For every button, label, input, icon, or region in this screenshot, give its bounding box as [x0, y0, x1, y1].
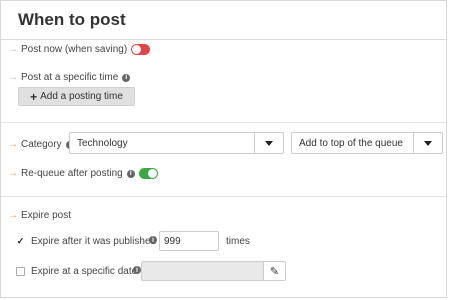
arrow-icon: → [8, 43, 18, 55]
add-posting-time-button[interactable]: + Add a posting time [18, 87, 135, 106]
section-divider [1, 122, 446, 123]
add-posting-time-label: Add a posting time [40, 91, 123, 102]
plus-icon: + [30, 89, 38, 104]
post-now-toggle[interactable] [131, 44, 151, 55]
expire-specific-date-checkbox[interactable] [16, 267, 25, 276]
info-icon[interactable]: i [122, 73, 131, 82]
category-select[interactable]: Technology [69, 132, 284, 154]
times-suffix: times [226, 236, 250, 247]
category-row: → Category i [8, 139, 74, 150]
category-selected-value: Technology [77, 137, 128, 149]
chevron-down-icon[interactable] [254, 133, 283, 153]
edit-icon[interactable]: ✎ [263, 261, 286, 281]
section-divider [1, 196, 446, 197]
expire-specific-date-label: Expire at a specific date [31, 266, 138, 277]
info-icon[interactable]: i [126, 169, 135, 178]
expire-times-input[interactable]: 999 [159, 231, 219, 251]
expire-after-published-checkbox[interactable]: ✓ [16, 236, 25, 246]
title-divider [1, 39, 446, 40]
arrow-icon: → [8, 71, 18, 83]
info-icon[interactable]: i [149, 236, 157, 244]
expire-date-input[interactable] [141, 261, 263, 281]
arrow-icon: → [8, 138, 18, 150]
post-now-label: Post now (when saving) [21, 44, 128, 55]
post-now-row: → Post now (when saving) [8, 43, 151, 55]
when-to-post-panel: When to post → Post now (when saving) → … [0, 0, 447, 298]
chevron-down-icon[interactable] [413, 133, 442, 153]
queue-position-value: Add to top of the queue [299, 137, 403, 149]
specific-time-row: → Post at a specific time i [8, 71, 131, 83]
toggle-knob [132, 45, 142, 54]
info-icon[interactable]: i [133, 266, 141, 274]
expire-row: → Expire post [8, 210, 71, 221]
expire-after-published-label: Expire after it was published [31, 236, 157, 247]
expire-label: Expire post [21, 210, 72, 221]
expire-after-published-row: ✓ Expire after it was published [16, 236, 156, 247]
category-label: Category [21, 139, 62, 150]
specific-time-label: Post at a specific time [21, 72, 119, 83]
requeue-label: Re-queue after posting [21, 168, 123, 179]
arrow-icon: → [8, 209, 18, 221]
queue-position-select[interactable]: Add to top of the queue [291, 132, 443, 154]
toggle-knob [147, 169, 157, 178]
requeue-toggle[interactable] [138, 168, 158, 179]
requeue-row: → Re-queue after posting i [8, 168, 158, 179]
arrow-icon: → [8, 167, 18, 179]
panel-title: When to post [18, 10, 126, 29]
expire-specific-date-row: Expire at a specific date [16, 266, 137, 277]
